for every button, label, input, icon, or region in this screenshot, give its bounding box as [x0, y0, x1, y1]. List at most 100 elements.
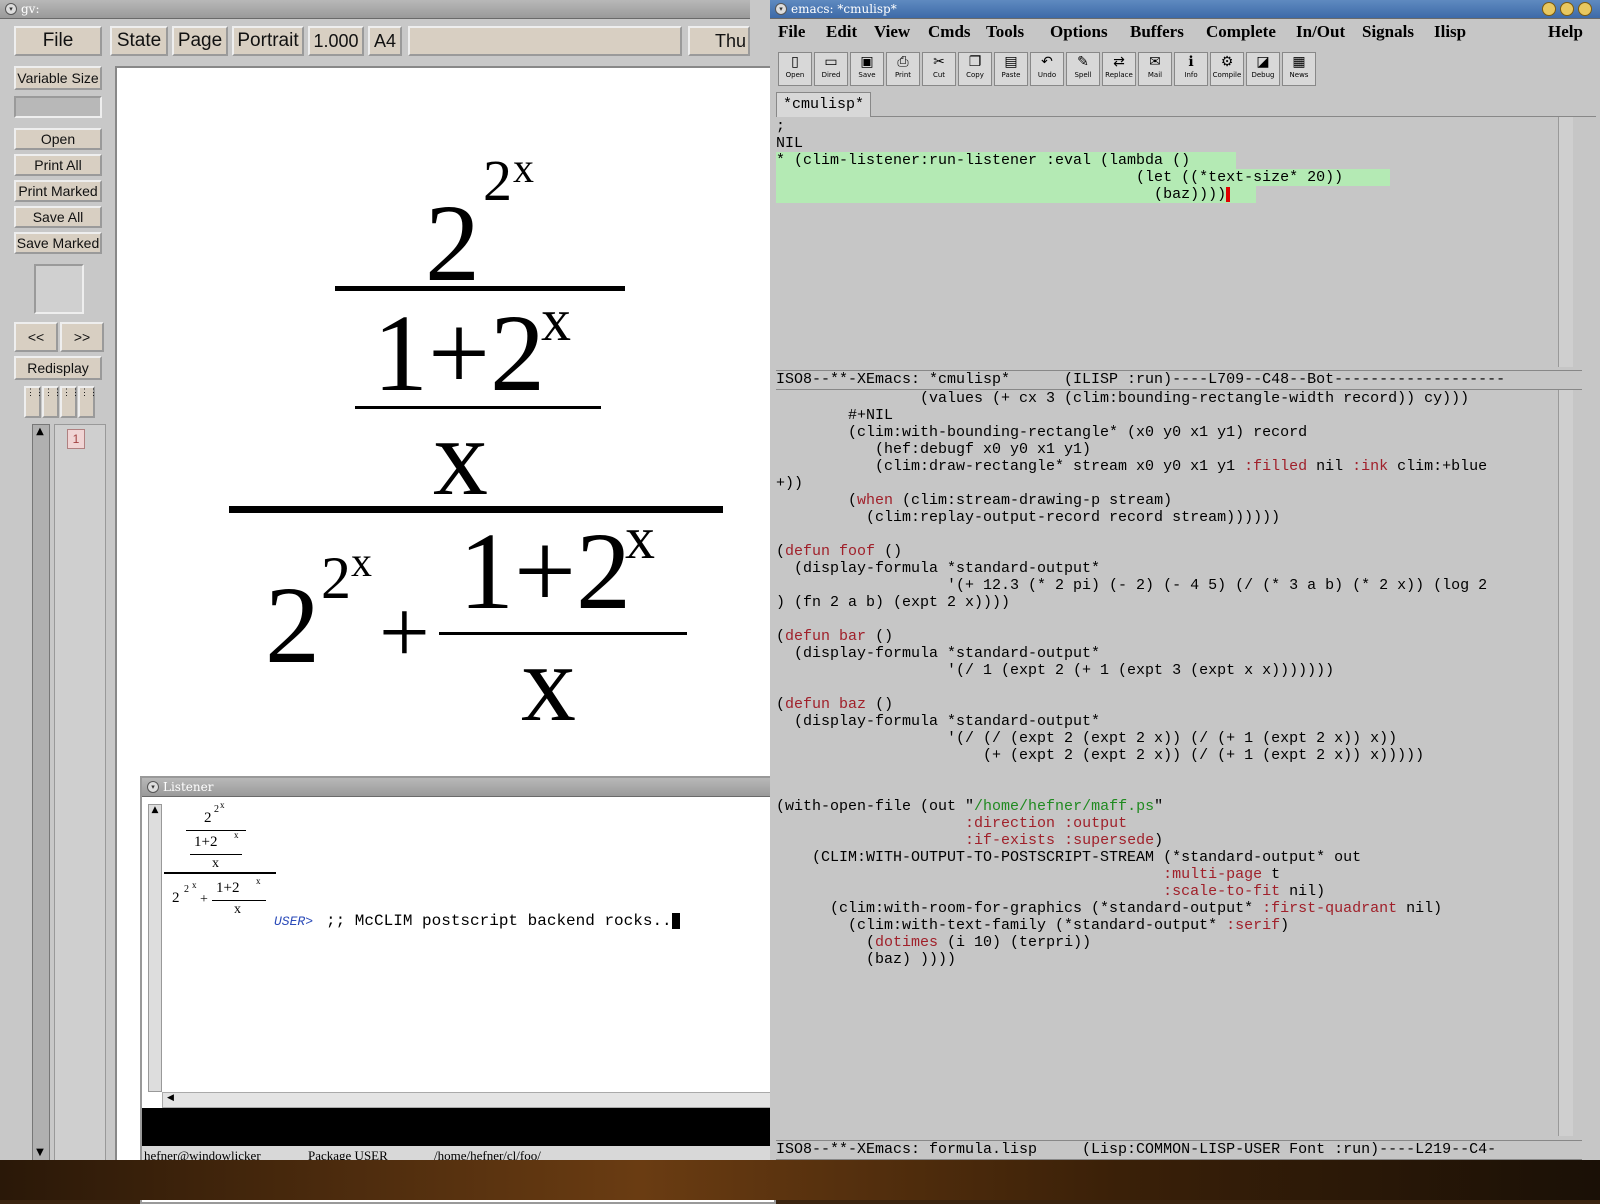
emacs-window: ▾ emacs: *cmulisp* File Edit View Cmds To…: [770, 0, 1600, 1165]
menu-help[interactable]: Help: [1548, 22, 1583, 42]
mark-even-icon[interactable]: ⋮⋮: [42, 386, 62, 418]
mail-icon: ✉: [1149, 54, 1161, 70]
window-menu-icon[interactable]: ▾: [5, 3, 17, 15]
close-icon[interactable]: [1578, 2, 1592, 16]
listener-input[interactable]: ;; McCLIM postscript backend rocks..: [326, 912, 680, 930]
formula-numer: 1+2: [373, 292, 546, 414]
listener-window: ▾ Listener ▲ 2 2 x 1+2 x x 2 2 x + 1+2 x …: [140, 776, 776, 1204]
formula-numer: 1+2: [216, 880, 240, 896]
menu-buffers[interactable]: Buffers: [1130, 22, 1184, 42]
variable-size-button[interactable]: Variable Size: [14, 66, 102, 90]
listener-command: ;; McCLIM postscript backend rocks..: [326, 912, 672, 930]
menu-signals[interactable]: Signals: [1362, 22, 1414, 42]
toolbar-open-button[interactable]: ▯ Open: [778, 52, 812, 86]
dired-icon: ▭: [824, 54, 838, 70]
page-list[interactable]: 1: [54, 424, 106, 1162]
unmark-all-icon[interactable]: ⋮⋮: [78, 386, 98, 418]
next-page-button[interactable]: >>: [60, 322, 104, 352]
toolbar-replace-button[interactable]: ⇄ Replace: [1102, 52, 1136, 86]
date-field: Thu: [688, 26, 750, 56]
save-marked-button[interactable]: Save Marked: [14, 232, 102, 254]
file-button[interactable]: File: [14, 26, 102, 56]
formula-denom: x: [212, 856, 219, 871]
menu-ilisp[interactable]: Ilisp: [1434, 22, 1466, 42]
toolbar-spell-button[interactable]: ✎ Spell: [1066, 52, 1100, 86]
save-all-button[interactable]: Save All: [14, 206, 102, 228]
media-button[interactable]: A4: [368, 26, 402, 56]
toolbar-news-button[interactable]: ▦ News: [1282, 52, 1316, 86]
menu-complete[interactable]: Complete: [1206, 22, 1276, 42]
formula-lisp-buffer[interactable]: (values (+ cx 3 (clim:bounding-rectangle…: [776, 390, 1582, 1134]
menu-options[interactable]: Options: [1050, 22, 1108, 42]
toolbar-undo-button[interactable]: ↶ Undo: [1030, 52, 1064, 86]
save-icon: ▣: [860, 54, 874, 70]
menu-edit[interactable]: Edit: [826, 22, 857, 42]
toolbar-mail-button[interactable]: ✉ Mail: [1138, 52, 1172, 86]
toolbar-print-button[interactable]: ⎙ Print: [886, 52, 920, 86]
scale-button[interactable]: 1.000: [308, 26, 364, 56]
news-icon: ▦: [1292, 54, 1306, 70]
menu-in-out[interactable]: In/Out: [1296, 22, 1345, 42]
toolbar-save-button[interactable]: ▣ Save: [850, 52, 884, 86]
emacs-menubar: File Edit View Cmds Tools Options Buffer…: [770, 18, 1600, 46]
portrait-button[interactable]: Portrait: [232, 26, 304, 56]
prev-page-button[interactable]: <<: [14, 322, 58, 352]
scroll-up-icon[interactable]: ▲: [149, 805, 161, 815]
page-list-scrollbar[interactable]: ▲ ▼: [32, 424, 50, 1162]
title-field: [408, 26, 682, 56]
maximize-icon[interactable]: [1560, 2, 1574, 16]
toolbar-cut-button[interactable]: ✂ Cut: [922, 52, 956, 86]
formula-exp: 2: [483, 148, 512, 213]
window-menu-icon[interactable]: ▾: [147, 781, 159, 793]
print-marked-button[interactable]: Print Marked: [14, 180, 102, 202]
scroll-down-icon[interactable]: ▼: [34, 1147, 46, 1159]
open-icon: ▯: [791, 54, 799, 70]
page-list-item[interactable]: 1: [67, 429, 85, 449]
formula-numer: 1+2: [459, 510, 632, 632]
open-button[interactable]: Open: [14, 128, 102, 150]
formula-exp: 2: [214, 804, 219, 815]
window-menu-icon[interactable]: ▾: [775, 3, 787, 15]
replace-icon: ⇄: [1113, 54, 1125, 70]
print-all-button[interactable]: Print All: [14, 154, 102, 176]
info-icon: ℹ: [1188, 54, 1194, 70]
minimize-icon[interactable]: [1542, 2, 1556, 16]
mark-odd-icon[interactable]: ⋮⋮: [24, 386, 44, 418]
emacs-titlebar[interactable]: ▾ emacs: *cmulisp*: [770, 0, 1600, 19]
modeline-cmulisp: ISO8--**-XEmacs: *cmulisp* (ILISP :run)-…: [776, 370, 1582, 390]
toolbar-debug-button[interactable]: ◪ Debug: [1246, 52, 1280, 86]
toolbar-info-button[interactable]: ℹ Info: [1174, 52, 1208, 86]
formula-plus: +: [379, 583, 430, 682]
listener-titlebar[interactable]: ▾ Listener: [142, 778, 774, 797]
page-mark-buttons: ⋮⋮ ⋮⋮ ⋮⋮ ⋮⋮: [24, 386, 98, 418]
toolbar-compile-button[interactable]: ⚙ Compile: [1210, 52, 1244, 86]
scroll-up-icon[interactable]: ▲: [34, 426, 46, 438]
menu-tools[interactable]: Tools: [986, 22, 1024, 42]
listener-hscrollbar[interactable]: ◀: [162, 1092, 772, 1108]
redisplay-button[interactable]: Redisplay: [14, 356, 102, 380]
toolbar-copy-button[interactable]: ❐ Copy: [958, 52, 992, 86]
formula-exp-x: x: [192, 880, 197, 890]
menu-file[interactable]: File: [778, 22, 805, 42]
gv-titlebar[interactable]: ▾ gv:: [0, 0, 750, 19]
menu-cmds[interactable]: Cmds: [928, 22, 971, 42]
listener-interactor[interactable]: [142, 1108, 774, 1146]
formula-exp: 2: [321, 545, 351, 611]
gv-title: gv:: [21, 2, 40, 16]
text-cursor: [1226, 186, 1231, 202]
fraction-bar: [212, 900, 266, 901]
panner[interactable]: [34, 264, 84, 314]
page-button[interactable]: Page: [172, 26, 228, 56]
listener-scrollbar[interactable]: ▲: [148, 804, 162, 1092]
formula-sup: x: [541, 287, 571, 353]
menu-view[interactable]: View: [874, 22, 910, 42]
formula-sup: x: [256, 876, 261, 886]
state-button[interactable]: State: [110, 26, 168, 56]
toolbar-paste-button[interactable]: ▤ Paste: [994, 52, 1028, 86]
buffer-tab[interactable]: *cmulisp*: [776, 92, 872, 117]
orientation-field: [14, 96, 102, 118]
mark-current-icon[interactable]: ⋮⋮: [60, 386, 80, 418]
scroll-left-icon[interactable]: ◀: [167, 1093, 174, 1103]
highlighted-input: * (clim-listener:run-listener :eval (lam…: [776, 152, 1236, 169]
toolbar-dired-button[interactable]: ▭ Dired: [814, 52, 848, 86]
